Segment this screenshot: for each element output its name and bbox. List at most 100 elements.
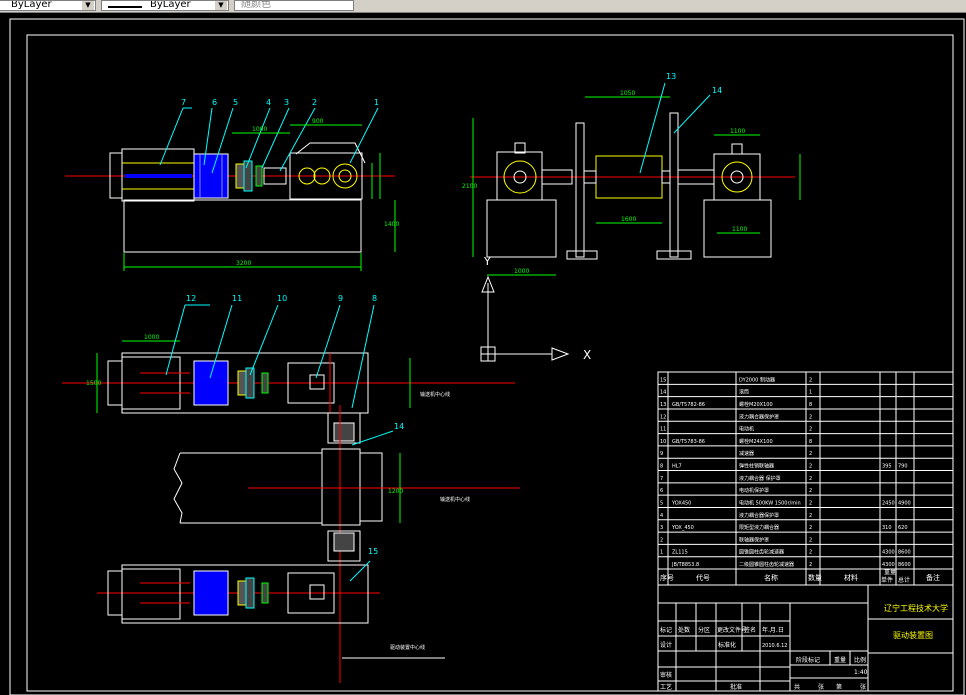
bom-cell-code: GB/T5782-86 — [672, 402, 705, 408]
bom-cell-no: 8 — [660, 464, 663, 470]
bom-cell-qty: 2 — [809, 537, 812, 543]
title-block: 15 DY2000 制动器 214 滚筒 113 GB/T5782-86 螺栓M20X100… — [657, 371, 954, 692]
bom-cell-qty: 8 — [809, 439, 812, 445]
bom-cell-name: 减速器 — [739, 450, 754, 457]
bom-cell-w1: 395 — [882, 464, 892, 470]
header-code: 代号 — [696, 573, 710, 582]
bom-cell-name: 液力耦合器保护罩 — [739, 512, 779, 519]
dim-side-top: 1050 — [620, 90, 635, 97]
bom-cell-code: GB/T5783-86 — [672, 439, 705, 445]
bom-cell-no: 4 — [660, 513, 663, 519]
header-qty: 数量 — [808, 573, 822, 582]
bom-cell-no: 5 — [660, 500, 663, 506]
header-mat: 材料 — [844, 573, 858, 582]
chevron-down-icon[interactable]: ▼ — [215, 1, 227, 10]
bom-cell-no: 6 — [660, 488, 663, 494]
bom-cell-qty: 2 — [809, 525, 812, 531]
balloon-14: 14 — [712, 86, 722, 95]
properties-toolbar: ByLayer ▼ ByLayer ▼ 随颜色 — [0, 0, 966, 13]
bom-cell-qty: 2 — [809, 414, 812, 420]
bom-cell-w2: 790 — [898, 464, 908, 470]
bom-cell-qty: 1 — [809, 390, 812, 396]
bom-cell-qty: 2 — [809, 500, 812, 506]
bom-cell-code: HL7 — [672, 464, 682, 470]
balloon-11: 11 — [232, 294, 242, 303]
balloon-4: 4 — [266, 98, 271, 107]
linetype-value: ByLayer — [11, 0, 52, 10]
bom-cell-name: 弹性柱销联轴器 — [739, 463, 774, 470]
sheet-total: 共 — [794, 683, 800, 691]
chevron-down-icon[interactable]: ▼ — [82, 1, 94, 10]
bom-cell-no: 1 — [660, 550, 663, 556]
color-combo[interactable]: 随颜色 — [234, 0, 354, 11]
plan-view: 1500 1000 1200 输送机中心线 输送机中心线 驱动装置中心线 12 … — [62, 294, 520, 683]
bom-cell-name: 液力耦合器保护罩 — [739, 413, 779, 420]
balloon-15: 15 — [368, 547, 378, 556]
dim-plan-a: 1500 — [86, 380, 101, 387]
lineweight-sample — [108, 6, 142, 8]
dim-b2: 900 — [312, 118, 324, 125]
axis-y-label: Y — [483, 255, 491, 268]
dim-side-left: 1100 — [732, 226, 747, 233]
balloon-14-plan: 14 — [394, 422, 404, 431]
bom-cell-qty: 2 — [809, 476, 812, 482]
bom-cell-code: ZL115 — [672, 550, 688, 556]
bom-cell-w2: 4900 — [898, 500, 911, 506]
balloon-13: 13 — [666, 72, 676, 81]
color-value: 随颜色 — [241, 0, 271, 10]
bom-cell-w1: 4300 — [882, 550, 895, 556]
sign-label-mark: 标记 — [660, 626, 672, 634]
note-centerline-2: 输送机中心线 — [440, 496, 470, 503]
bom-cell-name: 电动机 — [739, 426, 754, 433]
bom-cell-qty: 2 — [809, 427, 812, 433]
drawing-canvas[interactable]: 7 6 5 4 3 2 1 3200 1400 1000 900 2100 10… — [0, 13, 966, 695]
dim-plan-b: 1000 — [144, 334, 159, 341]
drawing-name: 驱动装置图 — [893, 630, 933, 640]
dim-height: 1400 — [384, 221, 399, 228]
dim-side-right: 1100 — [730, 128, 745, 135]
bom-cell-no: 11 — [660, 427, 666, 433]
design-label: 设计 — [660, 641, 672, 649]
balloon-7: 7 — [181, 98, 186, 107]
balloon-12: 12 — [186, 294, 196, 303]
dim-plan-mid: 1200 — [388, 488, 403, 495]
header-no: 序号 — [660, 573, 674, 582]
balloon-10: 10 — [277, 294, 287, 303]
bom-cell-qty: 2 — [809, 550, 812, 556]
bom-cell-no: 3 — [660, 525, 663, 531]
bom-cell-no: 13 — [660, 402, 666, 408]
sign-label-date: 年.月.日 — [762, 626, 784, 634]
bom-cell-no: 14 — [660, 390, 666, 396]
header-remark: 备注 — [926, 573, 940, 582]
bom-cell-name: 螺栓M24X100 — [739, 438, 773, 445]
elevation-view: 7 6 5 4 3 2 1 3200 1400 1000 900 — [65, 98, 399, 271]
header-name: 名称 — [764, 573, 778, 582]
bom-cell-qty: 2 — [809, 562, 812, 568]
balloon-8: 8 — [372, 294, 377, 303]
lineweight-combo[interactable]: ByLayer ▼ — [101, 0, 229, 11]
bom-cell-no: 10 — [660, 439, 666, 445]
linetype-combo[interactable]: ByLayer ▼ — [0, 0, 96, 11]
sheet-label: 张 — [818, 683, 824, 691]
dim-side-h: 2100 — [462, 183, 477, 190]
bom-cell-qty: 2 — [809, 377, 812, 383]
bom-cell-name: 联轴器保护罩 — [739, 536, 769, 543]
date-value: 2010.6.12 — [762, 643, 787, 649]
bom-cell-name: 电动机保护罩 — [739, 487, 769, 494]
sign-label-zone: 分区 — [698, 626, 710, 634]
bom-cell-name: 电动机 500KW 1500r/min — [739, 499, 801, 506]
bom-cell-name: 螺栓M20X100 — [739, 401, 773, 408]
bom-cell-w2: 8600 — [898, 550, 911, 556]
balloon-9: 9 — [338, 294, 343, 303]
bom-cell-name: 圆锥圆柱齿轮减速器 — [739, 549, 784, 556]
sign-label-count: 处数 — [678, 626, 690, 634]
bom-cell-w1: 4300 — [882, 562, 895, 568]
bom-cell-name: 二级圆锥圆柱齿轮减速器 — [739, 561, 794, 568]
lineweight-value: ByLayer — [150, 0, 191, 10]
bom-cell-name: DY2000 制动器 — [739, 376, 775, 383]
bom-cell-qty: 2 — [809, 451, 812, 457]
sign-label-sign: 签名 — [744, 626, 756, 634]
axis-x-label: X — [583, 348, 591, 362]
stage-label: 阶段标记 — [796, 656, 820, 664]
bom-cell-code: JB/T8853.8 — [671, 562, 699, 568]
